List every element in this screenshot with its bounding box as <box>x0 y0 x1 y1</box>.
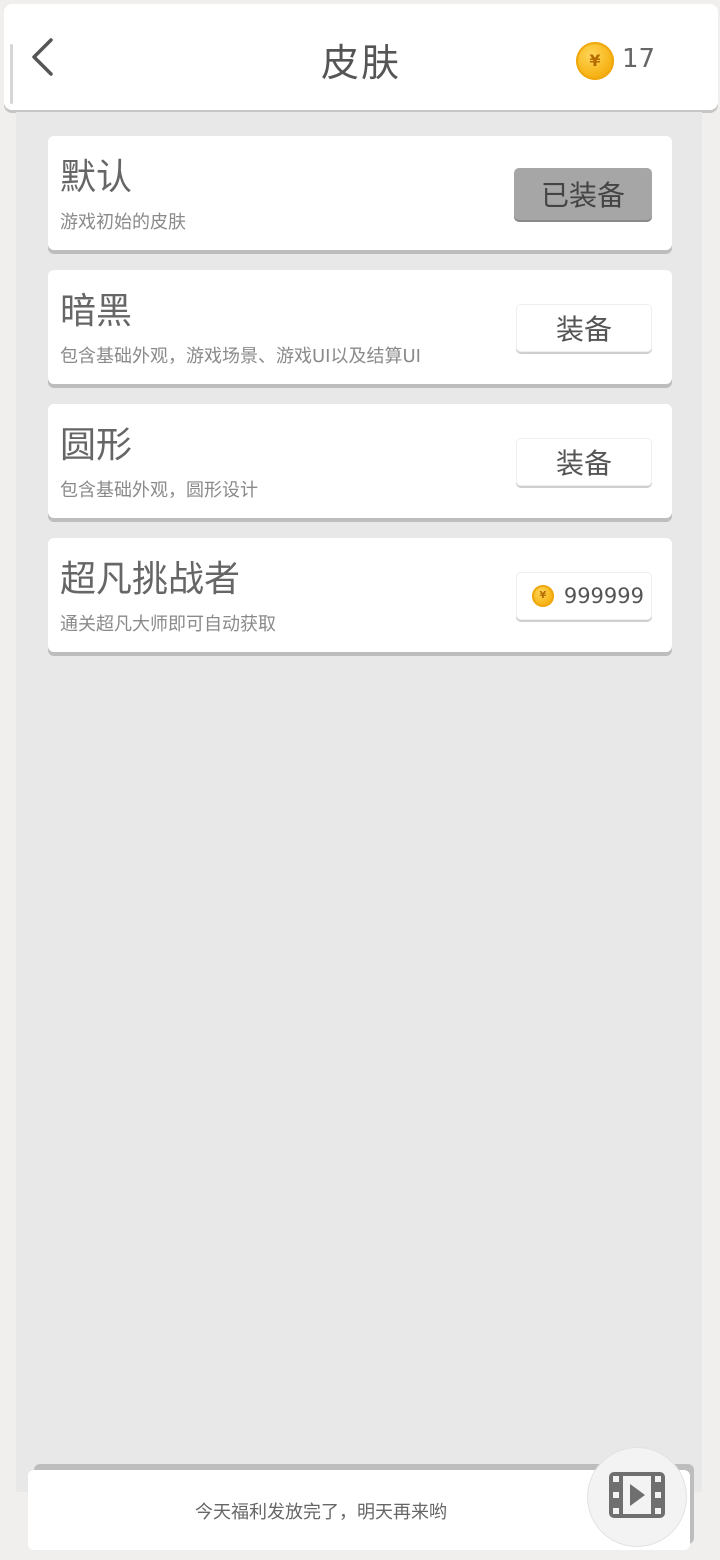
buy-button[interactable]: ¥ 999999 <box>516 572 652 620</box>
skin-card-challenger: 超凡挑战者 通关超凡大师即可自动获取 ¥ 999999 <box>48 538 672 652</box>
skin-description: 包含基础外观，圆形设计 <box>60 480 258 501</box>
coin-icon: ¥ <box>576 42 614 80</box>
video-play-icon <box>607 1470 667 1524</box>
skin-card-dark: 暗黑 包含基础外观，游戏场景、游戏UI以及结算UI 装备 <box>48 270 672 384</box>
equipped-button[interactable]: 已装备 <box>514 168 652 220</box>
skin-description: 通关超凡大师即可自动获取 <box>60 614 276 635</box>
skin-description: 游戏初始的皮肤 <box>60 212 186 233</box>
coin-balance: 17 <box>622 44 656 74</box>
top-bar: 皮肤 ¥ 17 <box>4 4 718 110</box>
skin-title: 默认 <box>60 157 133 198</box>
equip-button[interactable]: 装备 <box>516 438 652 486</box>
equip-button[interactable]: 装备 <box>516 304 652 352</box>
reward-message: 今天福利发放完了，明天再来哟 <box>195 1502 447 1523</box>
skin-description: 包含基础外观，游戏场景、游戏UI以及结算UI <box>60 346 421 367</box>
skin-price: 999999 <box>563 584 644 608</box>
coin-icon: ¥ <box>531 585 554 607</box>
skin-card-default: 默认 游戏初始的皮肤 已装备 <box>48 136 672 250</box>
skin-title: 超凡挑战者 <box>60 559 241 600</box>
skin-title: 暗黑 <box>60 291 133 332</box>
skin-title: 圆形 <box>60 425 133 466</box>
skin-card-circle: 圆形 包含基础外观，圆形设计 装备 <box>48 404 672 518</box>
watch-video-button[interactable] <box>588 1448 686 1546</box>
